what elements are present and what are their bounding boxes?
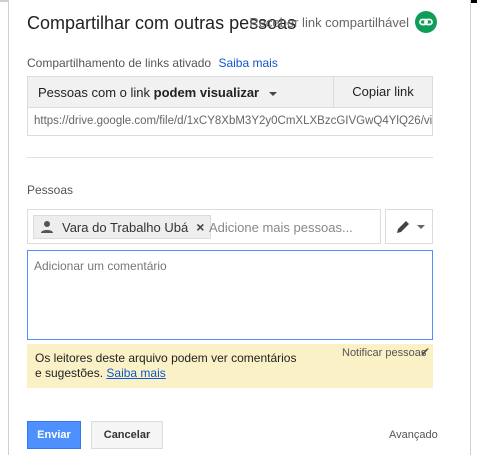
notice-learn-more-link[interactable]: Saiba mais [106,366,165,380]
chevron-down-icon [268,91,277,96]
link-icon[interactable] [415,11,437,33]
get-shareable-link-label[interactable]: Receber link compartilhável [249,15,409,30]
person-chip-label: Vara do Trabalho Ubá [62,219,189,235]
comment-textarea[interactable]: Adicionar um comentário [27,250,433,340]
notice-text-block: Os leitores deste arquivo podem ver come… [35,351,305,381]
access-level: podem visualizar [153,85,260,100]
divider [27,157,433,158]
pencil-icon [397,221,409,233]
chevron-down-icon [417,225,425,229]
link-sharing-status-text: Compartilhamento de links ativado [27,56,212,70]
access-prefix: Pessoas com o link [38,85,150,100]
people-label: Pessoas [27,183,74,197]
cancel-button[interactable]: Cancelar [91,421,163,449]
notify-people-label: Notificar pessoas [342,347,427,359]
remove-person-icon[interactable]: × [196,219,204,235]
access-dropdown[interactable]: Pessoas com o link podem visualizar [38,85,277,100]
viewer-notice: Os leitores deste arquivo podem ver come… [27,344,433,388]
add-people-placeholder: Adicione mais pessoas... [209,220,353,235]
share-dialog: Compartilhar com outras pessoas Receber … [8,0,471,455]
link-url: https://drive.google.com/file/d/1xCY8XbM… [34,115,432,127]
notify-checkbox[interactable]: ✔ [420,345,430,359]
comment-placeholder: Adicionar um comentário [34,259,167,273]
permission-dropdown[interactable] [385,209,433,244]
link-access-row: Pessoas com o link podem visualizar Copi… [27,76,433,108]
person-icon [41,221,53,233]
dialog-header: Compartilhar com outras pessoas Receber … [27,11,437,37]
people-input[interactable]: Vara do Trabalho Ubá × Adicione mais pes… [27,209,381,244]
advanced-link[interactable]: Avançado [389,429,438,441]
copy-link-button[interactable]: Copiar link [333,77,432,107]
link-sharing-status: Compartilhamento de links ativado Saiba … [27,56,278,70]
person-chip[interactable]: Vara do Trabalho Ubá × [33,215,212,239]
learn-more-link[interactable]: Saiba mais [218,56,277,70]
link-url-field[interactable]: https://drive.google.com/file/d/1xCY8XbM… [27,108,433,136]
send-button[interactable]: Enviar [27,421,81,449]
